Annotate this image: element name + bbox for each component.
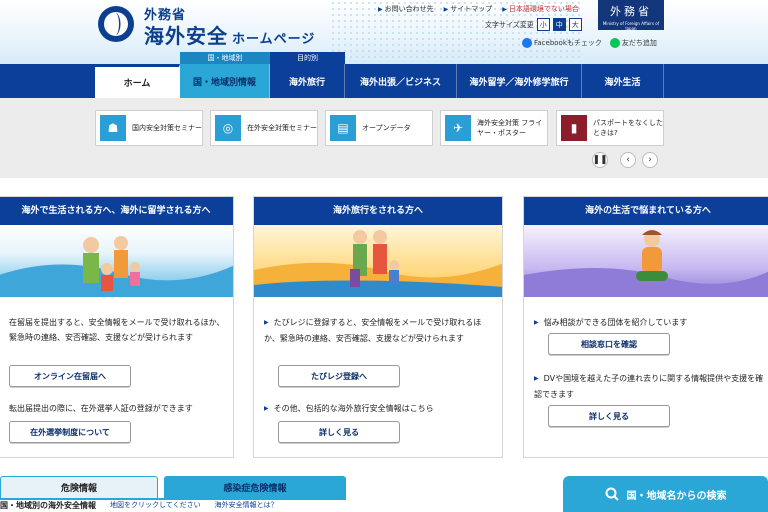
tabireji-register-button[interactable]: たびレジ登録へ <box>278 365 400 387</box>
site-title-sub: ホームページ <box>232 32 316 47</box>
card-description: 悩み相談ができる団体を紹介しています <box>534 315 766 331</box>
nav-business[interactable]: 海外出張／ビジネス <box>345 64 457 98</box>
line-link[interactable]: 友だち追加 <box>609 38 657 48</box>
tab-infection-info[interactable]: 感染症危険情報 <box>164 476 346 498</box>
line-icon <box>609 38 620 48</box>
quick-link-open-data[interactable]: ▤ オープンデータ <box>325 110 433 146</box>
arrow-icon: ▶ <box>378 5 383 13</box>
font-size-small-button[interactable]: 小 <box>536 18 550 31</box>
util-link-sitemap[interactable]: ▶ サイトマップ <box>444 4 493 14</box>
travel-details-button[interactable]: 詳しく見る <box>278 421 400 443</box>
tab-danger-info[interactable]: 危険情報 <box>0 476 158 498</box>
pause-button[interactable]: ❚❚ <box>592 152 608 168</box>
card-description: DVや国境を越えた子の連れ去りに関する情報提供や支援を確認できます <box>534 371 766 402</box>
card-description: その他、包括的な海外旅行安全情報はこちら <box>264 401 496 417</box>
card-description: たびレジに登録すると、安全情報をメールで受け取れるほか、緊急時の連絡、安否確認、… <box>264 315 496 346</box>
country-search-button[interactable]: 国・地域名からの検索 <box>563 476 768 512</box>
overseas-seminar-icon: ◎ <box>215 115 241 141</box>
nav-overseas-travel[interactable]: 海外旅行 <box>270 64 345 98</box>
illustration-worried-person <box>524 225 768 297</box>
quick-link-overseas-seminar[interactable]: ◎ 在外安全対策セミナー <box>210 110 318 146</box>
mofa-logo-en: Ministry of Foreign Affairs of Japan <box>602 21 660 31</box>
prev-button[interactable]: ‹ <box>620 152 636 168</box>
site-title-main: 海外安全 <box>144 24 228 48</box>
arrow-icon: ▶ <box>502 5 507 13</box>
quick-link-label: パスポートをなくしたときは? <box>593 119 663 137</box>
nav-study-abroad[interactable]: 海外留学／海外修学旅行 <box>457 64 582 98</box>
search-icon <box>605 487 619 501</box>
util-link-label: お問い合わせ先 <box>384 5 434 13</box>
pause-icon: ❚❚ <box>592 155 608 165</box>
mofa-logo-link[interactable]: 外務省 Ministry of Foreign Affairs of Japan <box>598 0 664 31</box>
map-info-line: 国・地域別の海外安全情報 地図をクリックしてください 海外安全情報とは？ <box>0 500 278 511</box>
facebook-icon <box>522 38 532 48</box>
quick-link-passport[interactable]: ▮ パスポートをなくしたときは? <box>556 110 664 146</box>
map-click-hint: 地図をクリックしてください <box>110 501 201 509</box>
util-link-contact[interactable]: ▶ お問い合わせ先 <box>378 4 434 14</box>
chevron-left-icon: ‹ <box>626 155 630 165</box>
quick-link-label: 海外安全対策 フライヤー・ポスター <box>477 119 543 137</box>
safety-info-link[interactable]: 海外安全情報とは？ <box>215 500 278 511</box>
quick-link-label: 国内安全対策セミナー <box>132 124 202 132</box>
quick-link-label: オープンデータ <box>362 124 411 132</box>
dv-details-button[interactable]: 詳しく見る <box>548 405 670 427</box>
card-title: 海外旅行をされる方へ <box>254 197 502 225</box>
facebook-label: Facebookもチェック <box>534 39 602 47</box>
quick-link-label: 在外安全対策セミナー <box>247 124 317 132</box>
quick-link-flyer-poster[interactable]: ✈ 海外安全対策 フライヤー・ポスター <box>440 110 548 146</box>
airplane-icon: ✈ <box>445 115 471 141</box>
next-button[interactable]: › <box>642 152 658 168</box>
facebook-link[interactable]: Facebookもチェック <box>522 38 602 48</box>
nav-country-info[interactable]: 国・地域別情報 <box>180 64 270 98</box>
chevron-right-icon: › <box>648 155 652 165</box>
passport-icon: ▮ <box>561 115 587 141</box>
illustration-family <box>0 225 233 297</box>
illustration-travelers <box>254 225 502 297</box>
consultation-button[interactable]: 相談窓口を確認 <box>548 333 670 355</box>
quick-link-domestic-seminar[interactable]: ☗ 国内安全対策セミナー <box>95 110 203 146</box>
overseas-voting-button[interactable]: 在外選挙制度について <box>9 421 131 443</box>
utility-links: ▶ お問い合わせ先 ▶ サイトマップ ▶ 日本語環境でない場合 <box>378 4 579 14</box>
card-description: 在留届を提出すると、安全情報をメールで受け取れるほか、緊急時の連絡、安否確認、支… <box>9 318 225 342</box>
card-troubles-abroad: 海外の生活で悩まれている方へ 悩み相談ができる団体を紹介しています 相談窓口を確… <box>523 196 768 458</box>
country-safety-heading: 国・地域別の海外安全情報 <box>0 501 96 510</box>
site-title[interactable]: 海外安全 ホームページ <box>144 20 315 49</box>
card-travel: 海外旅行をされる方へ たびレジに登録すると、安全情報をメールで受け取れるほか、緊… <box>253 196 503 458</box>
font-size-label: 文字サイズ変更 <box>485 20 534 29</box>
font-size-medium-button[interactable]: 中 <box>552 18 566 31</box>
seminar-icon: ☗ <box>100 115 126 141</box>
nav-living-abroad[interactable]: 海外生活 <box>582 64 664 98</box>
sns-links: Facebookもチェック 友だち追加 <box>522 38 657 48</box>
online-residence-button[interactable]: オンライン在留届へ <box>9 365 131 387</box>
util-link-label: サイトマップ <box>450 5 493 13</box>
line-label: 友だち追加 <box>621 39 657 47</box>
font-size-large-button[interactable]: 大 <box>568 18 582 31</box>
mofa-logo-jp: 外務省 <box>610 5 652 18</box>
util-link-label: 日本語環境でない場合 <box>508 5 579 13</box>
nav-home[interactable]: ホーム <box>95 64 180 98</box>
search-label: 国・地域名からの検索 <box>626 490 727 502</box>
mofa-emblem-icon[interactable] <box>96 4 136 44</box>
tag-country: 国・地域別 <box>180 52 270 64</box>
card-description: 転出届提出の際に、在外選挙人証の登録ができます <box>9 404 193 413</box>
card-title: 海外の生活で悩まれている方へ <box>524 197 768 225</box>
util-link-non-japanese[interactable]: ▶ 日本語環境でない場合 <box>502 4 579 14</box>
document-icon: ▤ <box>330 115 356 141</box>
card-living-abroad: 海外で生活される方へ、海外に留学される方へ 在留届を提出すると、安全情報をメール… <box>0 196 234 458</box>
tag-purpose: 目的別 <box>270 52 345 64</box>
card-title: 海外で生活される方へ、海外に留学される方へ <box>0 197 233 225</box>
arrow-icon: ▶ <box>443 5 449 13</box>
font-size-switcher: 文字サイズ変更 小 中 大 <box>485 18 582 31</box>
